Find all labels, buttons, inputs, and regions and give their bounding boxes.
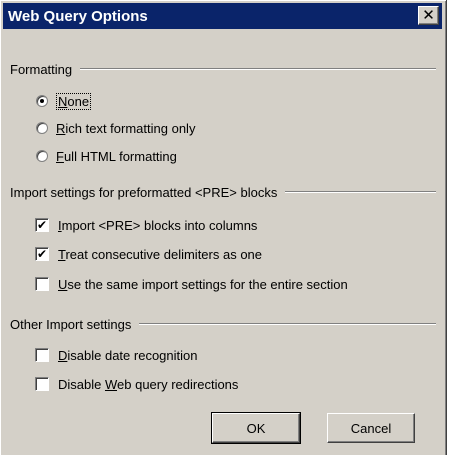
other-settings-group-header: Other Import settings [10, 315, 436, 333]
checkbox-disable-date-label: Disable date recognition [58, 348, 197, 363]
cancel-button[interactable]: Cancel [327, 413, 415, 443]
checkbox[interactable] [35, 277, 49, 291]
pre-settings-group-header: Import settings for preformatted <PRE> b… [10, 183, 436, 201]
checkbox-consecutive-delimiters-label: Treat consecutive delimiters as one [58, 247, 262, 262]
pre-settings-header-label: Import settings for preformatted <PRE> b… [10, 184, 278, 200]
checkbox[interactable] [35, 348, 49, 362]
checkmark-icon: ✔ [36, 247, 48, 261]
label-rest: isable date recognition [67, 347, 198, 363]
radio-rich-text-label: Rich text formatting only [56, 121, 195, 136]
checkbox[interactable]: ✔ [35, 218, 49, 232]
group-divider [285, 191, 436, 193]
label-rest: reat consecutive delimiters as one [65, 246, 263, 262]
checkbox-disable-redirections[interactable]: Disable Web query redirections [35, 374, 238, 394]
label-start: Disable [58, 376, 105, 392]
accesskey-w: W [104, 376, 118, 392]
radio-none[interactable]: None [36, 91, 92, 111]
label-rest: ull HTML formatting [63, 148, 177, 164]
checkbox[interactable] [35, 377, 49, 391]
label-rest: mport <PRE> blocks into columns [61, 217, 258, 233]
checkbox[interactable]: ✔ [35, 247, 49, 261]
checkbox-disable-redirections-label: Disable Web query redirections [58, 377, 238, 392]
radio-full-html[interactable]: Full HTML formatting [36, 146, 177, 166]
close-icon: ✕ [422, 7, 435, 24]
accesskey-d: D [58, 347, 68, 363]
formatting-header-label: Formatting [10, 61, 73, 77]
checkbox-import-pre[interactable]: ✔ Import <PRE> blocks into columns [35, 215, 257, 235]
title-bar[interactable]: Web Query Options ✕ [3, 3, 442, 29]
radio-button[interactable] [36, 150, 48, 162]
close-button[interactable]: ✕ [418, 6, 439, 25]
label-rest: eb query redirections [117, 376, 239, 392]
web-query-options-dialog: Web Query Options ✕ Formatting None Rich… [0, 0, 447, 455]
checkbox-disable-date[interactable]: Disable date recognition [35, 345, 197, 365]
checkbox-import-pre-label: Import <PRE> blocks into columns [58, 218, 257, 233]
accesskey-r: R [56, 120, 66, 136]
radio-full-html-label: Full HTML formatting [56, 149, 177, 164]
other-settings-header-label: Other Import settings [10, 316, 132, 332]
dialog-title: Web Query Options [8, 7, 148, 25]
radio-none-label: None [56, 92, 92, 110]
checkbox-consecutive-delimiters[interactable]: ✔ Treat consecutive delimiters as one [35, 244, 262, 264]
radio-button[interactable] [36, 122, 48, 134]
checkmark-icon: ✔ [36, 218, 48, 232]
group-divider [139, 323, 436, 325]
accesskey-n: N [58, 93, 68, 109]
radio-button[interactable] [36, 95, 48, 107]
label-rest: one [67, 93, 90, 109]
accesskey-u: U [58, 276, 68, 292]
checkbox-same-settings[interactable]: Use the same import settings for the ent… [35, 274, 348, 294]
label-rest: se the same import settings for the enti… [67, 276, 348, 292]
checkbox-same-settings-label: Use the same import settings for the ent… [58, 277, 348, 292]
group-divider [80, 68, 436, 70]
ok-button[interactable]: OK [211, 412, 301, 444]
radio-rich-text[interactable]: Rich text formatting only [36, 118, 195, 138]
accesskey-f: F [56, 148, 64, 164]
label-rest: ich text formatting only [65, 120, 196, 136]
formatting-group-header: Formatting [10, 60, 436, 78]
